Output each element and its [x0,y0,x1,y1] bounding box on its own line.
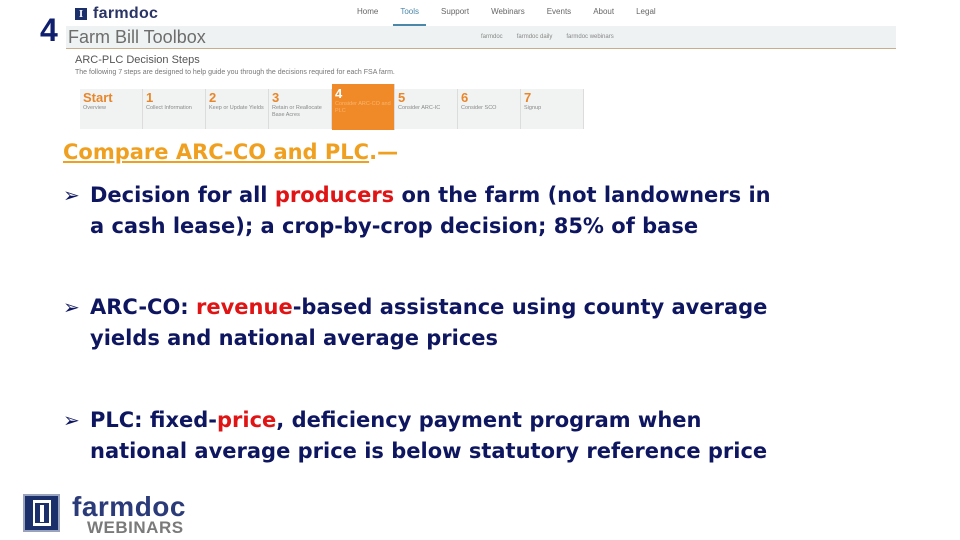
nav-item-events[interactable]: Events [536,8,582,26]
step-number: Start [83,90,113,105]
step-6[interactable]: 6 Consider SCO [458,89,521,129]
step-number: 4 [335,86,343,101]
farmdoc-webinars-logo: farmdoc WEBINARS [23,491,186,537]
step-label: Collect Information [146,105,192,111]
step-label: Consider ARC-CO and PLC [335,101,391,115]
step-number: 3 [272,90,280,105]
arrow-bullet-icon: ➢ [63,183,80,207]
bullet-plc: ➢ PLC: fixed-price, deficiency payment pr… [63,405,943,467]
step-number: 7 [524,90,532,105]
bullet-text: , deficiency payment program when [276,408,702,432]
nav-item-tools[interactable]: Tools [389,8,430,26]
step-1[interactable]: 1 Collect Information [143,89,206,129]
bullet-text: Decision for all [90,183,275,207]
bullet-text: -based assistance using county average [292,295,768,319]
step-number: 2 [209,90,217,105]
bullet-highlight: price [217,408,277,432]
toolbox-title: Farm Bill Toolbox [68,27,206,47]
bullet-text-line2: national average price is below statutor… [90,439,768,463]
nav-item-about[interactable]: About [582,8,625,26]
site-header: I farmdoc Home Tools Support Webinars Ev… [66,0,896,26]
bullet-text: ARC-CO: [90,295,197,319]
bullet-producers: ➢ Decision for all producers on the farm … [63,180,943,242]
illinois-logo-icon: I [75,8,87,20]
slide-number: 4 [40,12,58,48]
steps-title: ARC-PLC Decision Steps [75,54,200,66]
sub-nav: farmdoc farmdoc daily farmdoc webinars [481,34,614,40]
step-2[interactable]: 2 Keep or Update Yields [206,89,269,129]
footer-logo-text: farmdoc WEBINARS [72,491,186,537]
slide-heading: Compare ARC-CO and PLC.— [63,140,398,165]
arrow-bullet-icon: ➢ [63,295,80,319]
bullet-text-line2: a cash lease); a crop-by-crop decision; … [90,214,699,238]
top-nav: Home Tools Support Webinars Events About… [346,8,667,26]
step-number: 1 [146,90,154,105]
steps-description: The following 7 steps are designed to he… [75,69,395,76]
heading-link[interactable]: Compare ARC-CO and PLC [63,140,369,164]
step-start[interactable]: Start Overview [80,89,143,129]
step-number: 6 [461,90,469,105]
illinois-column-logo-icon [23,494,60,532]
bullet-highlight: revenue [196,295,293,319]
nav-item-home[interactable]: Home [346,8,389,26]
column-glyph-icon [32,500,51,526]
step-number: 5 [398,90,406,105]
brand-name: farmdoc [93,5,159,22]
bullet-highlight: producers [274,183,395,207]
nav-item-support[interactable]: Support [430,8,480,26]
step-7[interactable]: 7 Signup [521,89,584,129]
site-brand[interactable]: I farmdoc [75,6,158,22]
step-3[interactable]: 3 Retain or Reallocate Base Acres [269,89,332,129]
bullet-arc-co: ➢ ARC-CO: revenue-based assistance using … [63,292,943,354]
step-label: Signup [524,105,542,111]
step-label: Consider SCO [461,105,497,111]
footer-logo-farmdoc: farmdoc [72,491,186,522]
website-screenshot: I farmdoc Home Tools Support Webinars Ev… [66,0,896,132]
step-4-active[interactable]: 4 Consider ARC-CO and PLC [332,84,395,130]
heading-suffix: .— [369,140,399,164]
bullet-text: on the farm (not landowners in [394,183,771,207]
step-label: Keep or Update Yields [209,105,264,111]
arrow-bullet-icon: ➢ [63,408,80,432]
decision-steps: Start Overview 1 Collect Information 2 K… [80,84,584,130]
title-band: Farm Bill Toolbox farmdoc farmdoc daily … [66,26,896,49]
sub-nav-item[interactable]: farmdoc daily [517,34,553,40]
sub-nav-item[interactable]: farmdoc webinars [566,34,613,40]
step-label: Consider ARC-IC [398,105,441,111]
footer-logo-webinars: WEBINARS [87,517,184,537]
step-5[interactable]: 5 Consider ARC-IC [395,89,458,129]
bullet-text: PLC: fixed- [90,408,217,432]
nav-item-legal[interactable]: Legal [625,8,667,26]
bullet-text-line2: yields and national average prices [90,326,499,350]
step-label: Retain or Reallocate Base Acres [272,105,322,119]
step-label: Overview [83,105,106,111]
sub-nav-item[interactable]: farmdoc [481,34,503,40]
nav-item-webinars[interactable]: Webinars [480,8,536,26]
